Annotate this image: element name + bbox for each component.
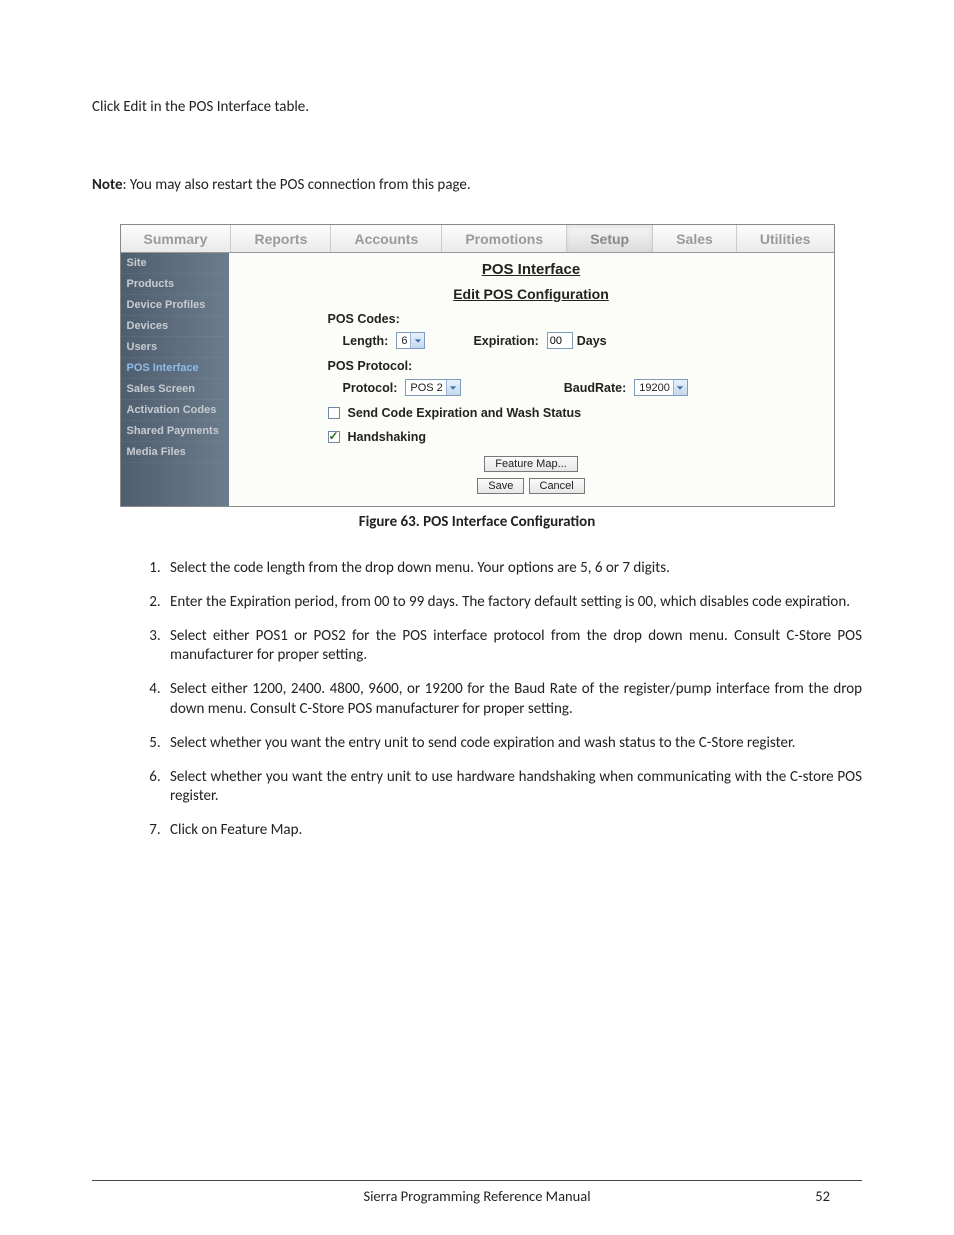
chevron-down-icon (446, 380, 460, 395)
panel-title: POS Interface (233, 261, 830, 278)
baudrate-label: BaudRate: (564, 381, 627, 395)
tab-row: Summary Reports Accounts Promotions Setu… (121, 225, 834, 253)
pos-protocol-label: POS Protocol: (328, 359, 830, 373)
baudrate-value: 19200 (639, 382, 670, 394)
protocol-select[interactable]: POS 2 (405, 379, 460, 396)
pos-codes-label: POS Codes: (328, 312, 830, 326)
step-3: Select either POS1 or POS2 for the POS i… (164, 627, 862, 667)
sidebar-item-users[interactable]: Users (121, 337, 229, 358)
sidebar-item-pos-interface[interactable]: POS Interface (121, 358, 229, 379)
handshaking-label: Handshaking (348, 430, 427, 444)
sidebar-item-shared-payments[interactable]: Shared Payments (121, 421, 229, 442)
protocol-label: Protocol: (343, 381, 398, 395)
tab-accounts[interactable]: Accounts (331, 225, 442, 252)
step-6: Select whether you want the entry unit t… (164, 768, 862, 808)
sidebar-item-products[interactable]: Products (121, 274, 229, 295)
feature-map-button[interactable]: Feature Map... (484, 456, 578, 472)
step-5: Select whether you want the entry unit t… (164, 734, 862, 754)
sidebar-item-media-files[interactable]: Media Files (121, 442, 229, 463)
send-code-label: Send Code Expiration and Wash Status (348, 406, 582, 420)
length-value: 6 (401, 335, 407, 347)
send-code-checkbox[interactable] (328, 407, 340, 419)
expiration-label: Expiration: (473, 334, 538, 348)
tab-reports[interactable]: Reports (231, 225, 331, 252)
chevron-down-icon (673, 380, 687, 395)
sidebar-item-sales-screen[interactable]: Sales Screen (121, 379, 229, 400)
note-text: : You may also restart the POS connectio… (123, 176, 471, 194)
footer-title: Sierra Programming Reference Manual (363, 1187, 590, 1205)
tab-utilities[interactable]: Utilities (737, 225, 834, 252)
days-label: Days (577, 334, 607, 348)
app-window: Summary Reports Accounts Promotions Setu… (120, 224, 835, 507)
note-line: Note: You may also restart the POS conne… (92, 176, 862, 194)
sidebar: Site Products Device Profiles Devices Us… (121, 253, 229, 506)
handshaking-checkbox[interactable] (328, 431, 340, 443)
sidebar-item-activation-codes[interactable]: Activation Codes (121, 400, 229, 421)
sidebar-item-device-profiles[interactable]: Device Profiles (121, 295, 229, 316)
step-4: Select either 1200, 2400. 4800, 9600, or… (164, 680, 862, 720)
tab-sales[interactable]: Sales (653, 225, 737, 252)
footer-page-number: 52 (815, 1187, 830, 1205)
page-footer: Sierra Programming Reference Manual 52 (92, 1180, 862, 1205)
panel-subtitle: Edit POS Configuration (233, 286, 830, 302)
sidebar-item-devices[interactable]: Devices (121, 316, 229, 337)
step-1: Select the code length from the drop dow… (164, 559, 862, 579)
steps-list: Select the code length from the drop dow… (92, 559, 862, 841)
length-label: Length: (343, 334, 389, 348)
save-button[interactable]: Save (477, 478, 524, 494)
figure-caption: Figure 63. POS Interface Configuration (92, 513, 862, 531)
baudrate-select[interactable]: 19200 (634, 379, 688, 396)
tab-promotions[interactable]: Promotions (442, 225, 567, 252)
tab-summary[interactable]: Summary (121, 225, 232, 252)
cancel-button[interactable]: Cancel (529, 478, 585, 494)
expiration-input[interactable] (547, 332, 573, 349)
step-7: Click on Feature Map. (164, 821, 862, 841)
sidebar-item-site[interactable]: Site (121, 253, 229, 274)
chevron-down-icon (410, 333, 424, 348)
note-label: Note (92, 176, 123, 194)
intro-text: Click Edit in the POS Interface table. (92, 98, 862, 116)
tab-setup[interactable]: Setup (567, 225, 653, 252)
length-select[interactable]: 6 (396, 332, 425, 349)
main-panel: POS Interface Edit POS Configuration POS… (229, 253, 834, 506)
protocol-value: POS 2 (410, 382, 442, 394)
step-2: Enter the Expiration period, from 00 to … (164, 593, 862, 613)
